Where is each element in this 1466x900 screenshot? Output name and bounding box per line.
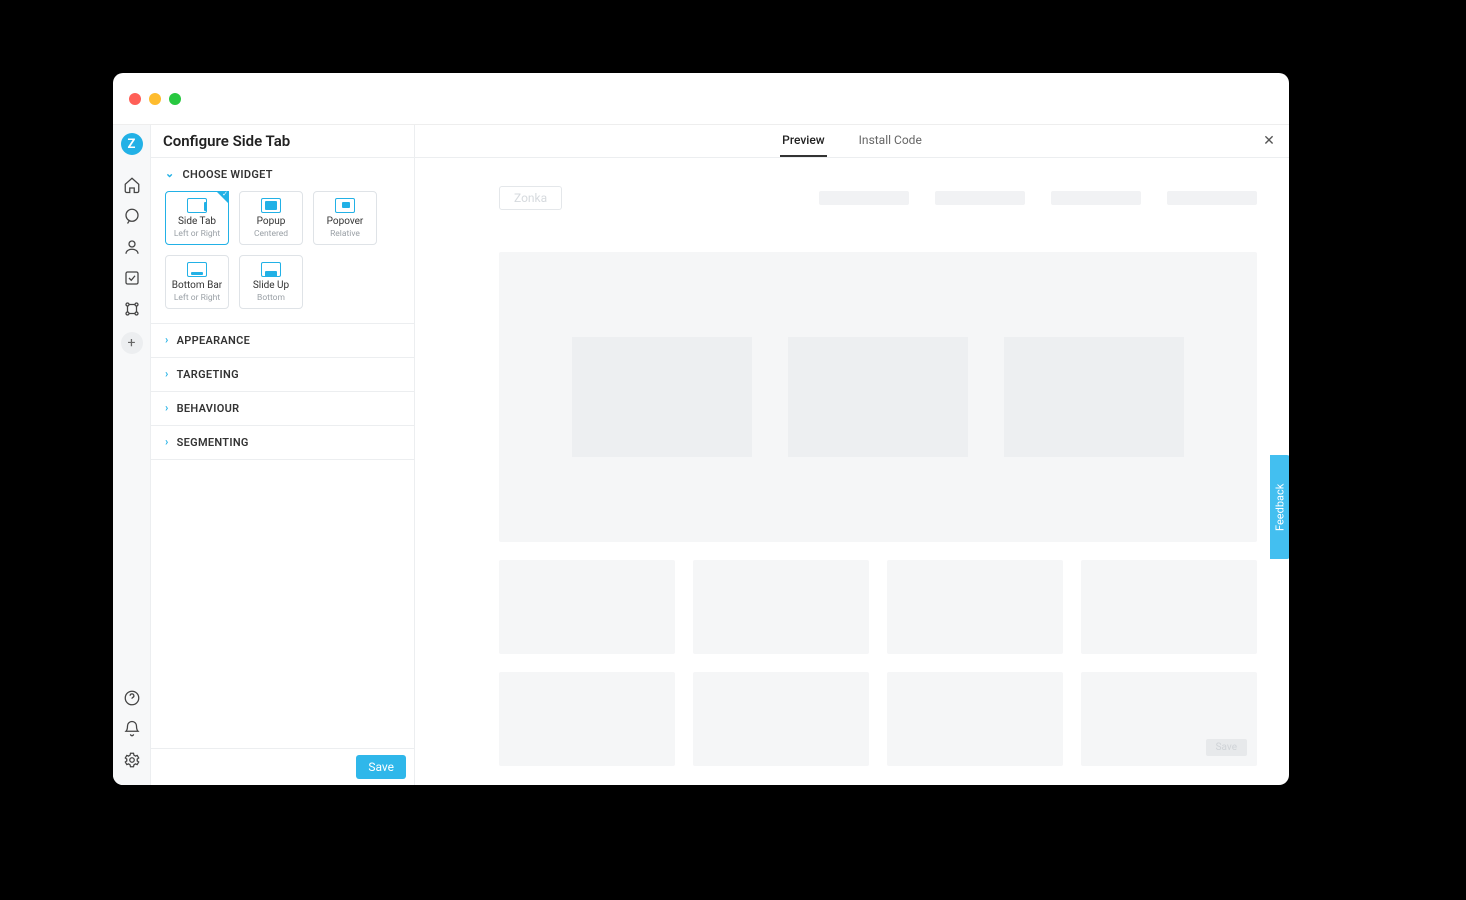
widget-sublabel: Left or Right xyxy=(174,230,220,239)
config-panel: Configure Side Tab ⌄ CHOOSE WIDGET Side … xyxy=(151,125,415,785)
main-header: Preview Install Code ✕ xyxy=(415,125,1289,158)
mock-hero-block xyxy=(572,337,752,457)
help-icon[interactable] xyxy=(113,682,151,713)
chevron-down-icon: ⌄ xyxy=(165,167,175,180)
mock-card xyxy=(1081,560,1257,654)
main-area: Preview Install Code ✕ Zonka xyxy=(415,125,1289,785)
mock-card xyxy=(499,560,675,654)
section-appearance-header[interactable]: › APPEARANCE xyxy=(151,324,414,357)
mock-logo: Zonka xyxy=(499,186,562,210)
mock-card xyxy=(887,672,1063,766)
widget-option-side-tab[interactable]: Side Tab Left or Right xyxy=(165,191,229,245)
slide-up-glyph-icon xyxy=(261,262,281,277)
mock-nav-item xyxy=(935,191,1025,205)
window-titlebar xyxy=(113,73,1289,125)
widget-sublabel: Relative xyxy=(330,230,360,239)
mock-card: Save xyxy=(1081,672,1257,766)
preview-canvas: Zonka xyxy=(415,158,1289,785)
section-segmenting: › SEGMENTING xyxy=(151,426,414,460)
widget-label: Popover xyxy=(327,217,364,227)
mock-card xyxy=(499,672,675,766)
mock-card xyxy=(693,672,869,766)
save-button[interactable]: Save xyxy=(356,755,406,779)
mock-hero-block xyxy=(1004,337,1184,457)
mock-nav xyxy=(819,191,1257,205)
maximize-window-icon[interactable] xyxy=(169,93,181,105)
section-targeting: › TARGETING xyxy=(151,358,414,392)
widget-option-bottom-bar[interactable]: Bottom Bar Left or Right xyxy=(165,255,229,309)
home-icon[interactable] xyxy=(113,169,151,200)
add-button[interactable]: + xyxy=(121,332,143,354)
gear-icon[interactable] xyxy=(113,744,151,775)
widget-sublabel: Centered xyxy=(254,230,288,239)
mock-nav-item xyxy=(1051,191,1141,205)
widget-option-slide-up[interactable]: Slide Up Bottom xyxy=(239,255,303,309)
panel-body: ⌄ CHOOSE WIDGET Side Tab Left or Right P xyxy=(151,158,414,748)
workflow-icon[interactable] xyxy=(113,293,151,324)
left-nav: Z + xyxy=(113,125,151,785)
widget-option-popover[interactable]: Popover Relative xyxy=(313,191,377,245)
chevron-right-icon: › xyxy=(165,401,169,414)
close-icon[interactable]: ✕ xyxy=(1259,131,1279,151)
mock-card xyxy=(887,560,1063,654)
section-label: SEGMENTING xyxy=(177,436,249,449)
widget-sublabel: Left or Right xyxy=(174,294,220,303)
section-appearance: › APPEARANCE xyxy=(151,324,414,358)
mock-save-badge: Save xyxy=(1206,739,1247,756)
mock-nav-item xyxy=(819,191,909,205)
selected-check-icon xyxy=(216,191,229,204)
widget-label: Side Tab xyxy=(178,217,216,227)
mock-site-header: Zonka xyxy=(499,186,1257,210)
widget-sublabel: Bottom xyxy=(257,294,285,303)
widget-label: Bottom Bar xyxy=(172,281,222,291)
widget-label: Popup xyxy=(257,217,286,227)
mock-row xyxy=(499,560,1257,654)
app-window: Z + xyxy=(113,73,1289,785)
mock-row: Save xyxy=(499,672,1257,766)
section-label: APPEARANCE xyxy=(177,334,251,347)
checklist-icon[interactable] xyxy=(113,262,151,293)
page-title: Configure Side Tab xyxy=(151,125,414,158)
tabs: Preview Install Code xyxy=(780,133,924,157)
chevron-right-icon: › xyxy=(165,333,169,346)
chevron-right-icon: › xyxy=(165,367,169,380)
user-icon[interactable] xyxy=(113,231,151,262)
mock-hero xyxy=(499,252,1257,542)
content-area: Z + xyxy=(113,125,1289,785)
section-choose-widget-header[interactable]: ⌄ CHOOSE WIDGET xyxy=(151,158,414,191)
widget-label: Slide Up xyxy=(253,281,289,291)
bottom-bar-glyph-icon xyxy=(187,262,207,277)
panel-footer: Save xyxy=(151,748,414,785)
section-behaviour-header[interactable]: › BEHAVIOUR xyxy=(151,392,414,425)
mock-hero-block xyxy=(788,337,968,457)
section-targeting-header[interactable]: › TARGETING xyxy=(151,358,414,391)
section-segmenting-header[interactable]: › SEGMENTING xyxy=(151,426,414,459)
brand-logo[interactable]: Z xyxy=(121,133,143,155)
widget-option-popup[interactable]: Popup Centered xyxy=(239,191,303,245)
minimize-window-icon[interactable] xyxy=(149,93,161,105)
feedback-side-tab[interactable]: Feedback xyxy=(1270,455,1289,559)
chat-icon[interactable] xyxy=(113,200,151,231)
side-tab-glyph-icon xyxy=(187,198,207,213)
close-window-icon[interactable] xyxy=(129,93,141,105)
traffic-lights xyxy=(129,93,181,105)
section-label: BEHAVIOUR xyxy=(177,402,240,415)
popover-glyph-icon xyxy=(335,198,355,213)
tab-install-code[interactable]: Install Code xyxy=(857,133,924,157)
mock-nav-item xyxy=(1167,191,1257,205)
chevron-right-icon: › xyxy=(165,435,169,448)
popup-glyph-icon xyxy=(261,198,281,213)
bell-icon[interactable] xyxy=(113,713,151,744)
tab-preview[interactable]: Preview xyxy=(780,133,827,157)
section-behaviour: › BEHAVIOUR xyxy=(151,392,414,426)
widget-grid: Side Tab Left or Right Popup Centered Po… xyxy=(151,191,414,323)
mock-card xyxy=(693,560,869,654)
section-choose-widget: ⌄ CHOOSE WIDGET Side Tab Left or Right P xyxy=(151,158,414,324)
section-label: CHOOSE WIDGET xyxy=(183,168,273,181)
section-label: TARGETING xyxy=(177,368,239,381)
